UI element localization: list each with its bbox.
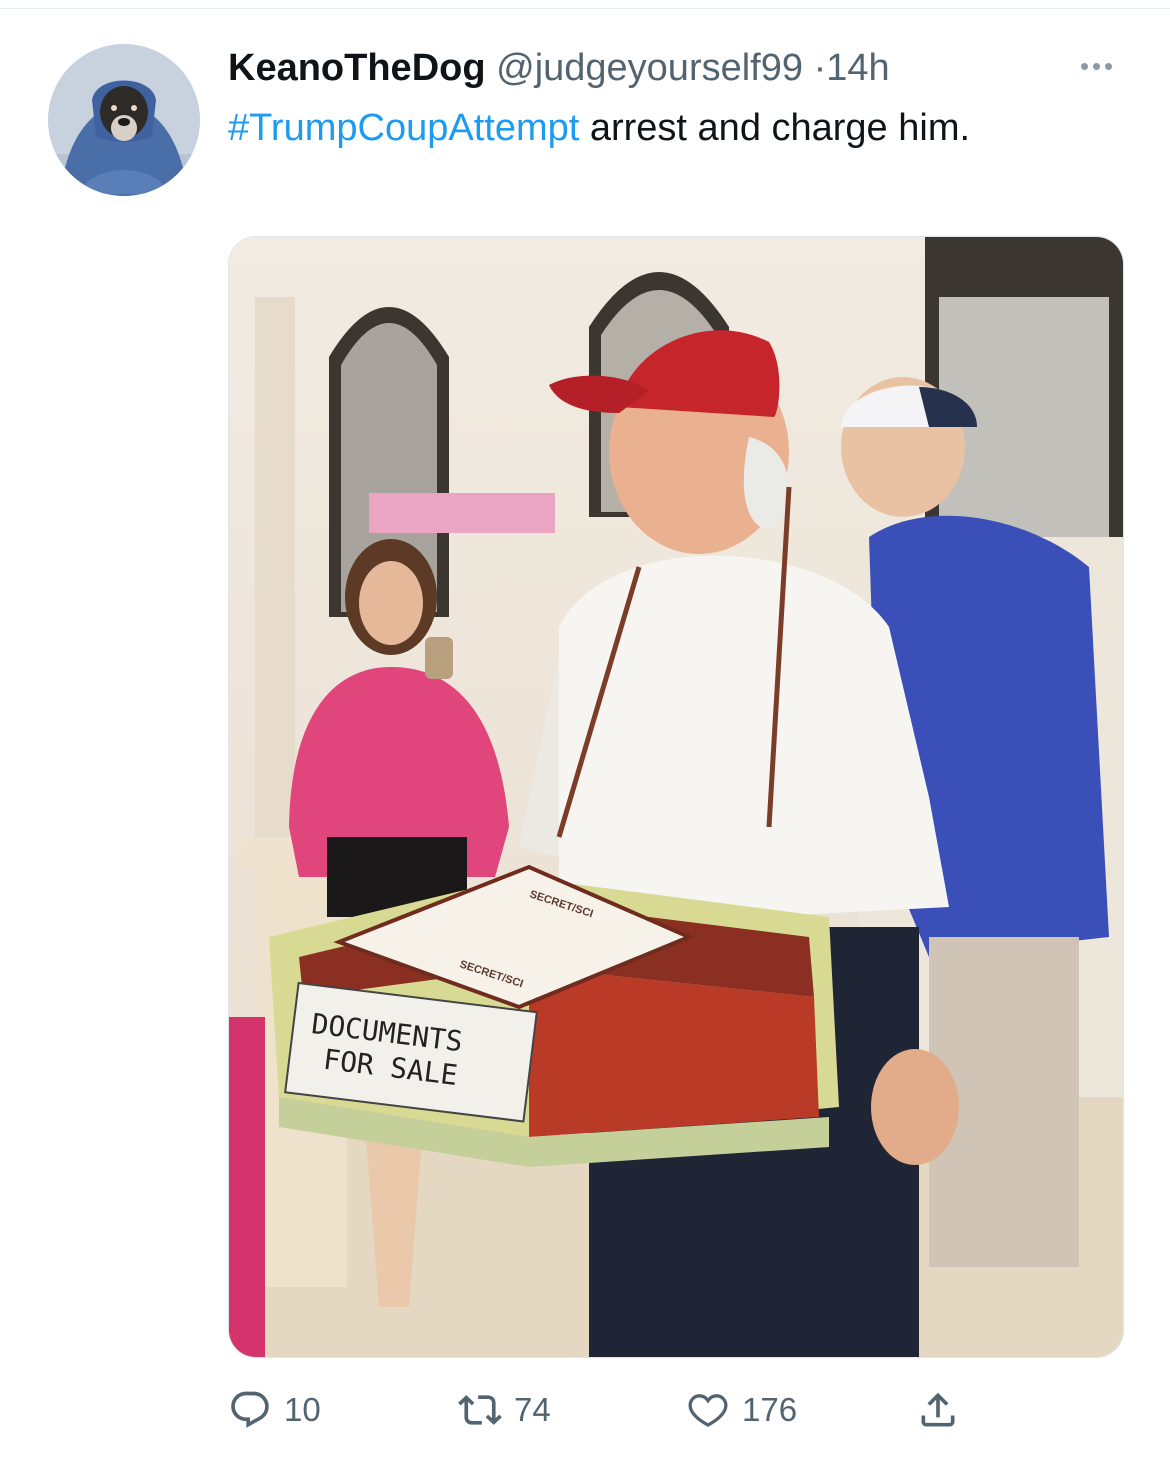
heart-icon (688, 1394, 728, 1427)
tweet-body-text: arrest and charge him. (579, 107, 971, 149)
reply-button[interactable]: 10 (228, 1382, 321, 1438)
share-icon (921, 1392, 955, 1427)
more-options-icon[interactable] (1068, 52, 1124, 80)
top-divider (0, 8, 1170, 9)
tweet-media-image[interactable]: SECRET/SCI SECRET/SCI DOCUMENTS FOR SALE (228, 236, 1124, 1358)
tweet-actions: 10 74 176 (228, 1382, 1088, 1438)
share-button[interactable] (916, 1382, 960, 1438)
dog-avatar-image (48, 44, 200, 196)
like-button[interactable]: 176 (686, 1382, 797, 1438)
avatar[interactable] (48, 44, 200, 196)
separator-dot: · (813, 47, 827, 89)
tweet-text: #TrumpCoupAttempt arrest and charge him. (228, 100, 1088, 156)
tweet-header: KeanoTheDog @judgeyourself99 ·14h (228, 44, 1090, 94)
reply-count: 10 (284, 1391, 321, 1428)
reply-icon (231, 1391, 269, 1428)
author-handle[interactable]: @judgeyourself99 (496, 47, 803, 89)
hashtag-link[interactable]: #TrumpCoupAttempt (228, 107, 579, 149)
retweet-button[interactable]: 74 (458, 1382, 551, 1438)
photo: SECRET/SCI SECRET/SCI DOCUMENTS FOR SALE (229, 237, 1123, 1357)
retweet-count: 74 (514, 1391, 551, 1428)
author-name[interactable]: KeanoTheDog (228, 47, 486, 89)
tweet-timestamp[interactable]: 14h (826, 47, 889, 89)
retweet-icon (458, 1395, 502, 1425)
like-count: 176 (742, 1391, 798, 1428)
